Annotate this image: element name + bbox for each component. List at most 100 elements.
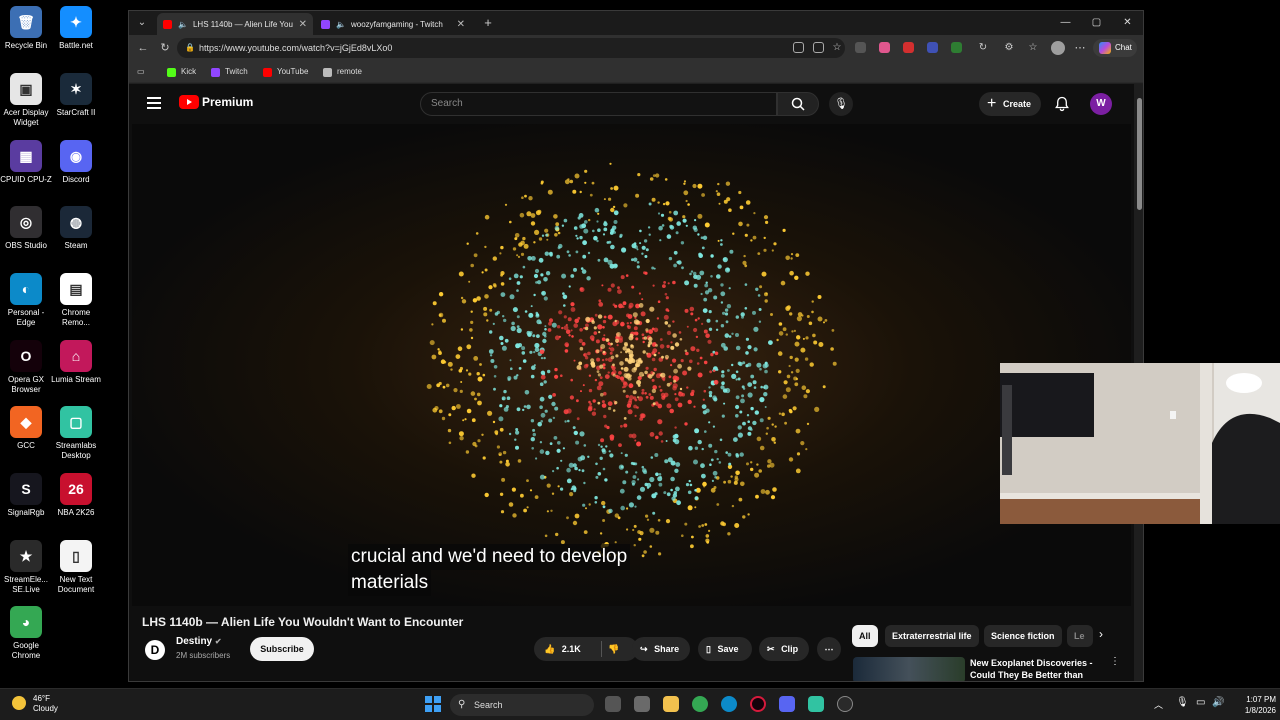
favorite-star-icon[interactable]: ☆ (829, 40, 845, 56)
channel-name[interactable]: Destiny ✔ (176, 636, 222, 647)
desktop-icon[interactable]: ◐ Personal - Edge (0, 273, 52, 328)
chrome-icon[interactable] (692, 696, 708, 712)
maximize-icon[interactable]: ▢ (1081, 11, 1112, 35)
discord-icon[interactable] (779, 696, 795, 712)
recommendation-title[interactable]: New Exoplanet Discoveries - Could They B… (970, 657, 1106, 681)
account-avatar[interactable]: W (1090, 93, 1112, 115)
voice-search-button[interactable]: 🎙 (829, 92, 853, 116)
volume-icon[interactable]: 🔊 (1212, 697, 1224, 708)
menu-icon[interactable] (147, 97, 161, 109)
address-bar[interactable]: 🔒 https://www.youtube.com/watch?v=jGjEd8… (177, 38, 845, 58)
bookmark-remote[interactable]: remote (323, 65, 362, 79)
caption-line: materials (348, 570, 432, 596)
desktop-icon[interactable]: ★ StreamEle... SE.Live (0, 540, 52, 595)
tab-list-icon[interactable]: ⌄ (133, 15, 151, 31)
desktop-icon[interactable]: ▢ Streamlabs Desktop (50, 406, 102, 461)
close-tab-icon[interactable]: ✕ (457, 19, 465, 30)
widgets-icon[interactable] (634, 696, 650, 712)
task-view-icon[interactable] (605, 696, 621, 712)
video-player[interactable]: crucial and we'd need to develop materia… (132, 124, 1131, 606)
app-icon[interactable] (837, 696, 853, 712)
microphone-icon[interactable]: 🎙 (1176, 697, 1189, 708)
network-icon[interactable]: ▭ (1196, 697, 1205, 708)
chevron-right-icon[interactable]: › (1099, 627, 1103, 641)
scrollbar-thumb[interactable] (1137, 98, 1142, 210)
bookmarks-menu-icon[interactable]: ▭ (137, 65, 145, 79)
app-available-icon[interactable] (813, 42, 824, 53)
desktop-icon[interactable]: ▤ Chrome Remo... (50, 273, 102, 328)
desktop-icon[interactable]: ◆ GCC (0, 406, 52, 451)
desktop-icon[interactable]: ▦ CPUID CPU-Z (0, 140, 52, 185)
bookmark-youtube[interactable]: YouTube (263, 65, 308, 79)
youtube-logo[interactable]: Premium (179, 95, 253, 109)
clip-button[interactable]: ✂ Clip (759, 637, 809, 661)
more-menu-icon[interactable]: ⋯ (1072, 40, 1088, 56)
back-icon[interactable]: ← (135, 40, 151, 56)
chevron-up-icon[interactable]: ︿ (1154, 698, 1163, 711)
create-button[interactable]: + Create (979, 92, 1041, 116)
extension-icon[interactable] (879, 42, 890, 53)
desktop-icon[interactable]: S SignalRgb (0, 473, 52, 518)
minimize-icon[interactable]: — (1050, 11, 1081, 35)
lock-icon[interactable]: 🔒 (185, 38, 195, 58)
new-tab-button[interactable]: + (479, 15, 497, 31)
desktop-icon[interactable]: 🗑 Recycle Bin (0, 6, 52, 51)
like-button[interactable]: 👍 2.1K (534, 637, 601, 661)
more-actions-button[interactable]: ⋯ (817, 637, 841, 661)
opera-gx-icon[interactable] (750, 696, 766, 712)
chip-science-fiction[interactable]: Science fiction (984, 625, 1062, 647)
desktop-icon[interactable]: 26 NBA 2K26 (50, 473, 102, 518)
close-window-icon[interactable]: ✕ (1112, 11, 1143, 35)
close-tab-icon[interactable]: ✕ (299, 19, 307, 30)
bookmark-kick[interactable]: Kick (167, 65, 196, 79)
start-button-windows-icon[interactable] (425, 696, 441, 712)
share-button[interactable]: ↪ Share (632, 637, 690, 661)
desktop-icon[interactable]: ▯ New Text Document (50, 540, 102, 595)
search-input[interactable]: Search (420, 92, 777, 116)
app-icon: ◎ (10, 206, 42, 238)
profile-icon[interactable] (1051, 41, 1065, 55)
subscribe-button[interactable]: Subscribe (250, 637, 314, 661)
app-icon: 🗑 (10, 6, 42, 38)
read-aloud-icon[interactable] (793, 42, 804, 53)
desktop-icon[interactable]: ✶ StarCraft II (50, 73, 102, 118)
extension-icon[interactable] (855, 42, 866, 53)
desktop-icon[interactable]: ▣ Acer Display Widget (0, 73, 52, 128)
edge-icon[interactable] (721, 696, 737, 712)
chip-all[interactable]: All (852, 625, 878, 647)
more-vertical-icon[interactable]: ⋮ (1110, 656, 1120, 667)
taskbar-search[interactable]: ⚲ Search (450, 694, 594, 716)
refresh-icon[interactable]: ↻ (157, 40, 173, 56)
notifications-bell-icon[interactable] (1054, 96, 1070, 112)
favorites-icon[interactable]: ☆ (1025, 40, 1041, 56)
bookmark-twitch[interactable]: Twitch (211, 65, 248, 79)
speaker-icon[interactable]: 🔈 (178, 20, 188, 29)
recommendation-thumbnail[interactable] (853, 657, 965, 681)
chip-truncated[interactable]: Le (1067, 625, 1093, 647)
dislike-button[interactable]: 👎 (608, 637, 634, 661)
extension-icon[interactable] (951, 42, 962, 53)
desktop-icon[interactable]: ◕ Google Chrome (0, 606, 52, 661)
extension-icon[interactable]: ↻ (975, 40, 991, 56)
chip-extraterrestrial-life[interactable]: Extraterrestrial life (885, 625, 979, 647)
desktop-icon[interactable]: ✦ Battle.net (50, 6, 102, 51)
desktop-icon[interactable]: O Opera GX Browser (0, 340, 52, 395)
tab-youtube[interactable]: 🔈 LHS 1140b — Alien Life You W ✕ (157, 13, 313, 35)
desktop-icon[interactable]: ⌂ Lumia Stream (50, 340, 102, 385)
search-button[interactable] (777, 92, 819, 116)
clock[interactable]: 1:07 PM 1/8/2026 (1226, 694, 1276, 716)
desktop-icon[interactable]: ◎ OBS Studio (0, 206, 52, 251)
extension-icon[interactable] (927, 42, 938, 53)
speaker-icon[interactable]: 🔈 (336, 20, 346, 29)
tab-twitch[interactable]: 🔈 woozyfamgaming - Twitch ✕ (315, 13, 471, 35)
extension-icon[interactable] (903, 42, 914, 53)
channel-avatar[interactable]: D (145, 640, 165, 660)
save-button[interactable]: ▯ Save (698, 637, 752, 661)
desktop-icon[interactable]: ◉ Discord (50, 140, 102, 185)
desktop-icon[interactable]: ◍ Steam (50, 206, 102, 251)
copilot-chat-button[interactable]: Chat (1093, 39, 1137, 57)
file-explorer-icon[interactable] (663, 696, 679, 712)
extensions-puzzle-icon[interactable]: ⚙ (1001, 40, 1017, 56)
streamlabs-icon[interactable] (808, 696, 824, 712)
share-label: Share (654, 644, 680, 654)
